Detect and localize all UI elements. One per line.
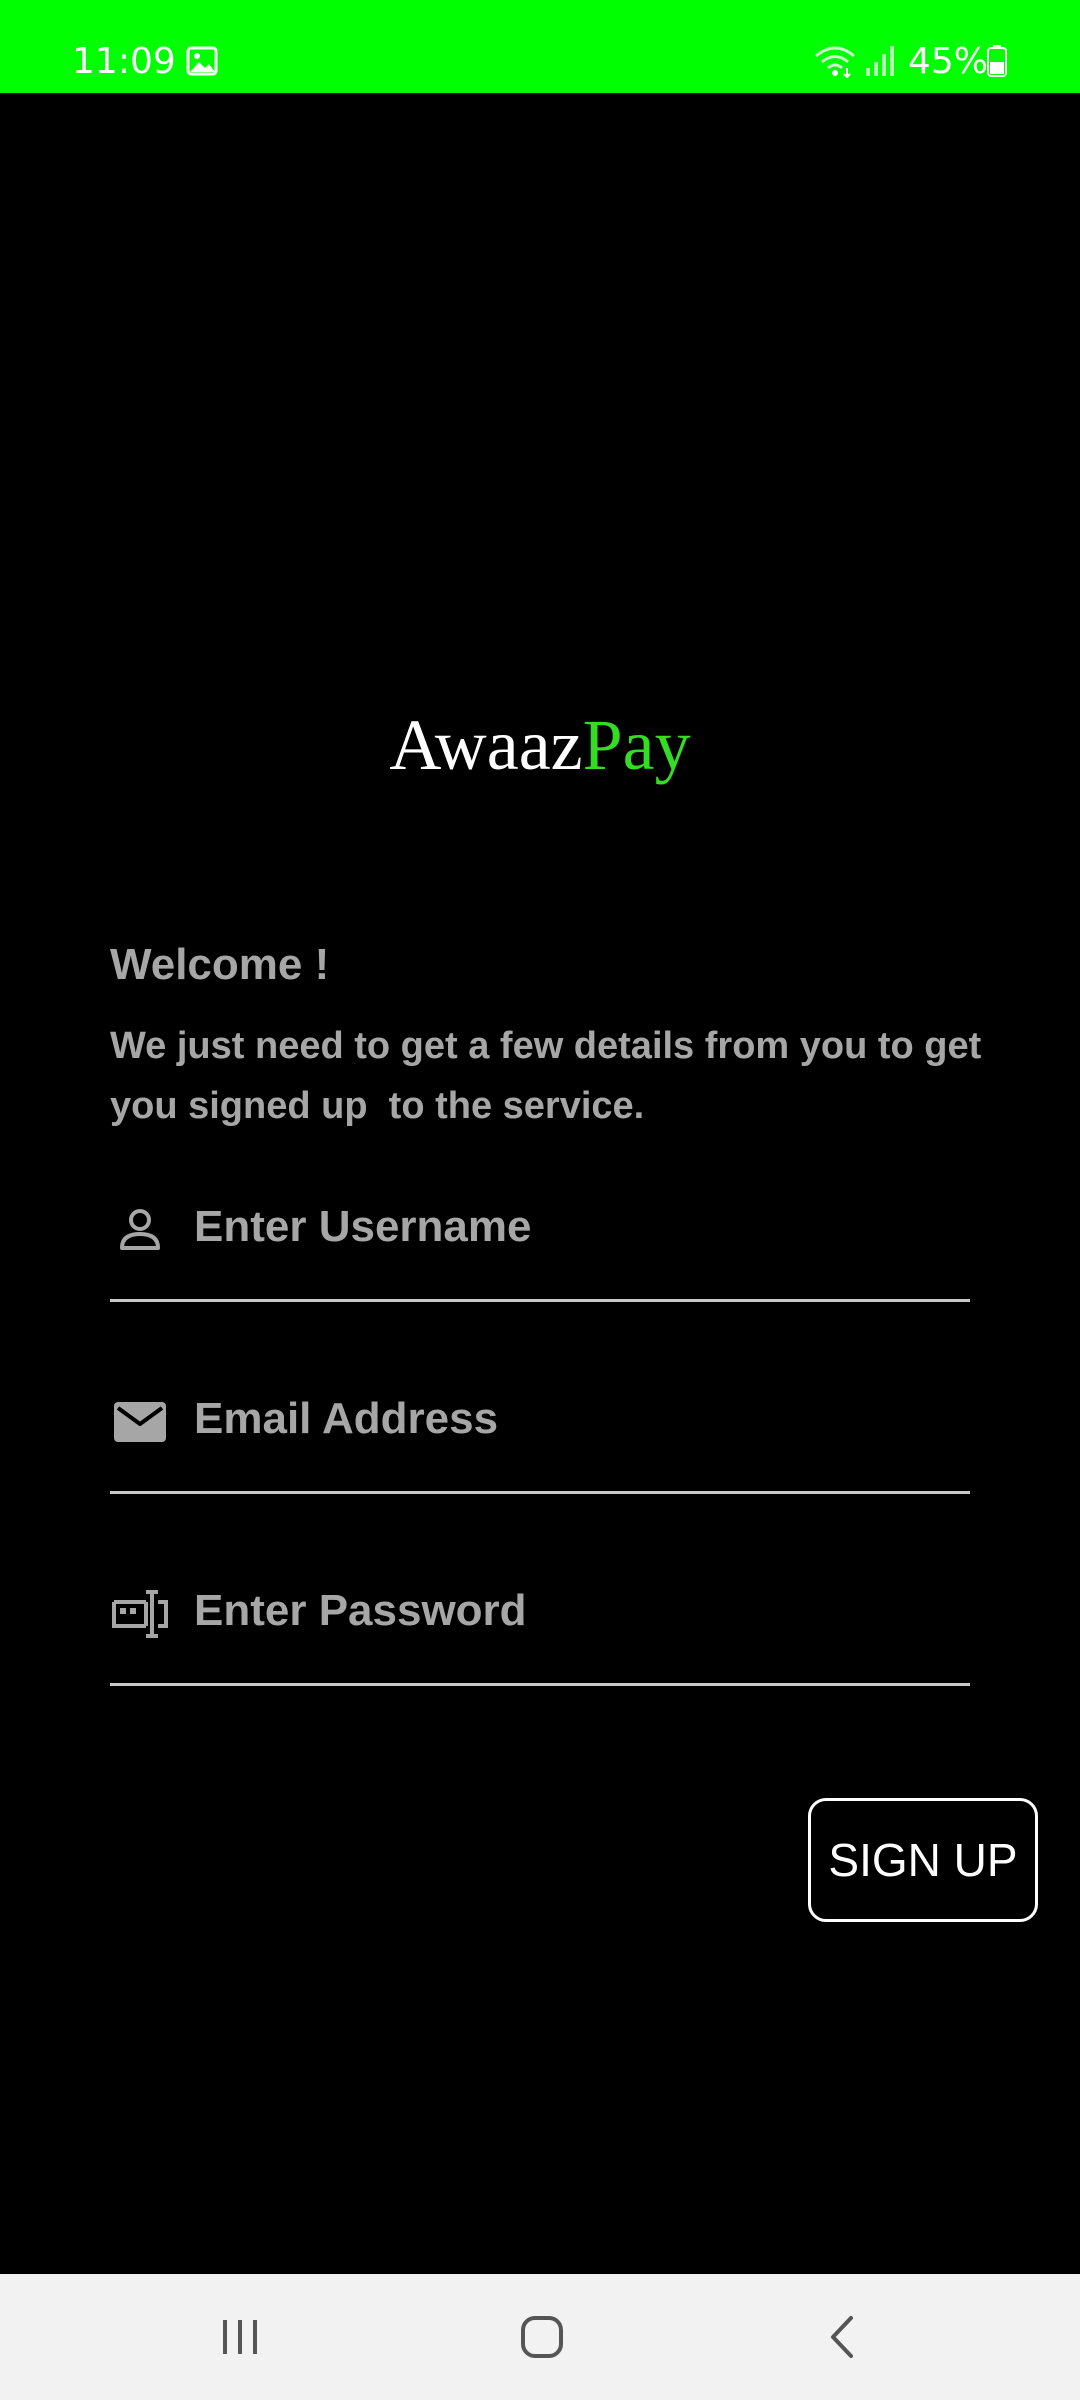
signup-screen: 11:09 45% AwaazPay Welcome ! We just nee… (0, 0, 1080, 2400)
logo-text-awaaz: Awaaz (389, 705, 583, 785)
battery-percent: 45% (908, 41, 989, 82)
signal-icon (864, 44, 898, 78)
app-logo: AwaazPay (0, 700, 1080, 790)
password-underline (110, 1683, 970, 1686)
welcome-title: Welcome ! (110, 940, 330, 989)
home-icon[interactable] (482, 2292, 602, 2382)
email-underline (110, 1491, 970, 1494)
back-icon[interactable] (784, 2292, 904, 2382)
gallery-icon (186, 46, 218, 76)
navigation-bar (0, 2274, 1080, 2400)
recents-icon[interactable] (180, 2292, 300, 2382)
welcome-subtitle: We just need to get a few details from y… (110, 1025, 992, 1127)
battery-icon (986, 44, 1008, 78)
status-time: 11:09 (72, 41, 176, 82)
password-input[interactable] (194, 1578, 964, 1644)
username-field[interactable] (110, 1172, 970, 1302)
email-input[interactable] (194, 1386, 964, 1452)
password-icon (110, 1584, 170, 1644)
username-input[interactable] (194, 1194, 964, 1260)
email-field[interactable] (110, 1364, 970, 1494)
mail-icon (110, 1392, 170, 1452)
password-field[interactable] (110, 1556, 970, 1686)
signup-button[interactable]: SIGN UP (808, 1798, 1038, 1922)
person-icon (110, 1200, 170, 1260)
wifi-icon (814, 44, 856, 79)
logo-text-pay: Pay (582, 705, 691, 785)
username-underline (110, 1299, 970, 1302)
status-bar: 11:09 45% (0, 0, 1080, 93)
